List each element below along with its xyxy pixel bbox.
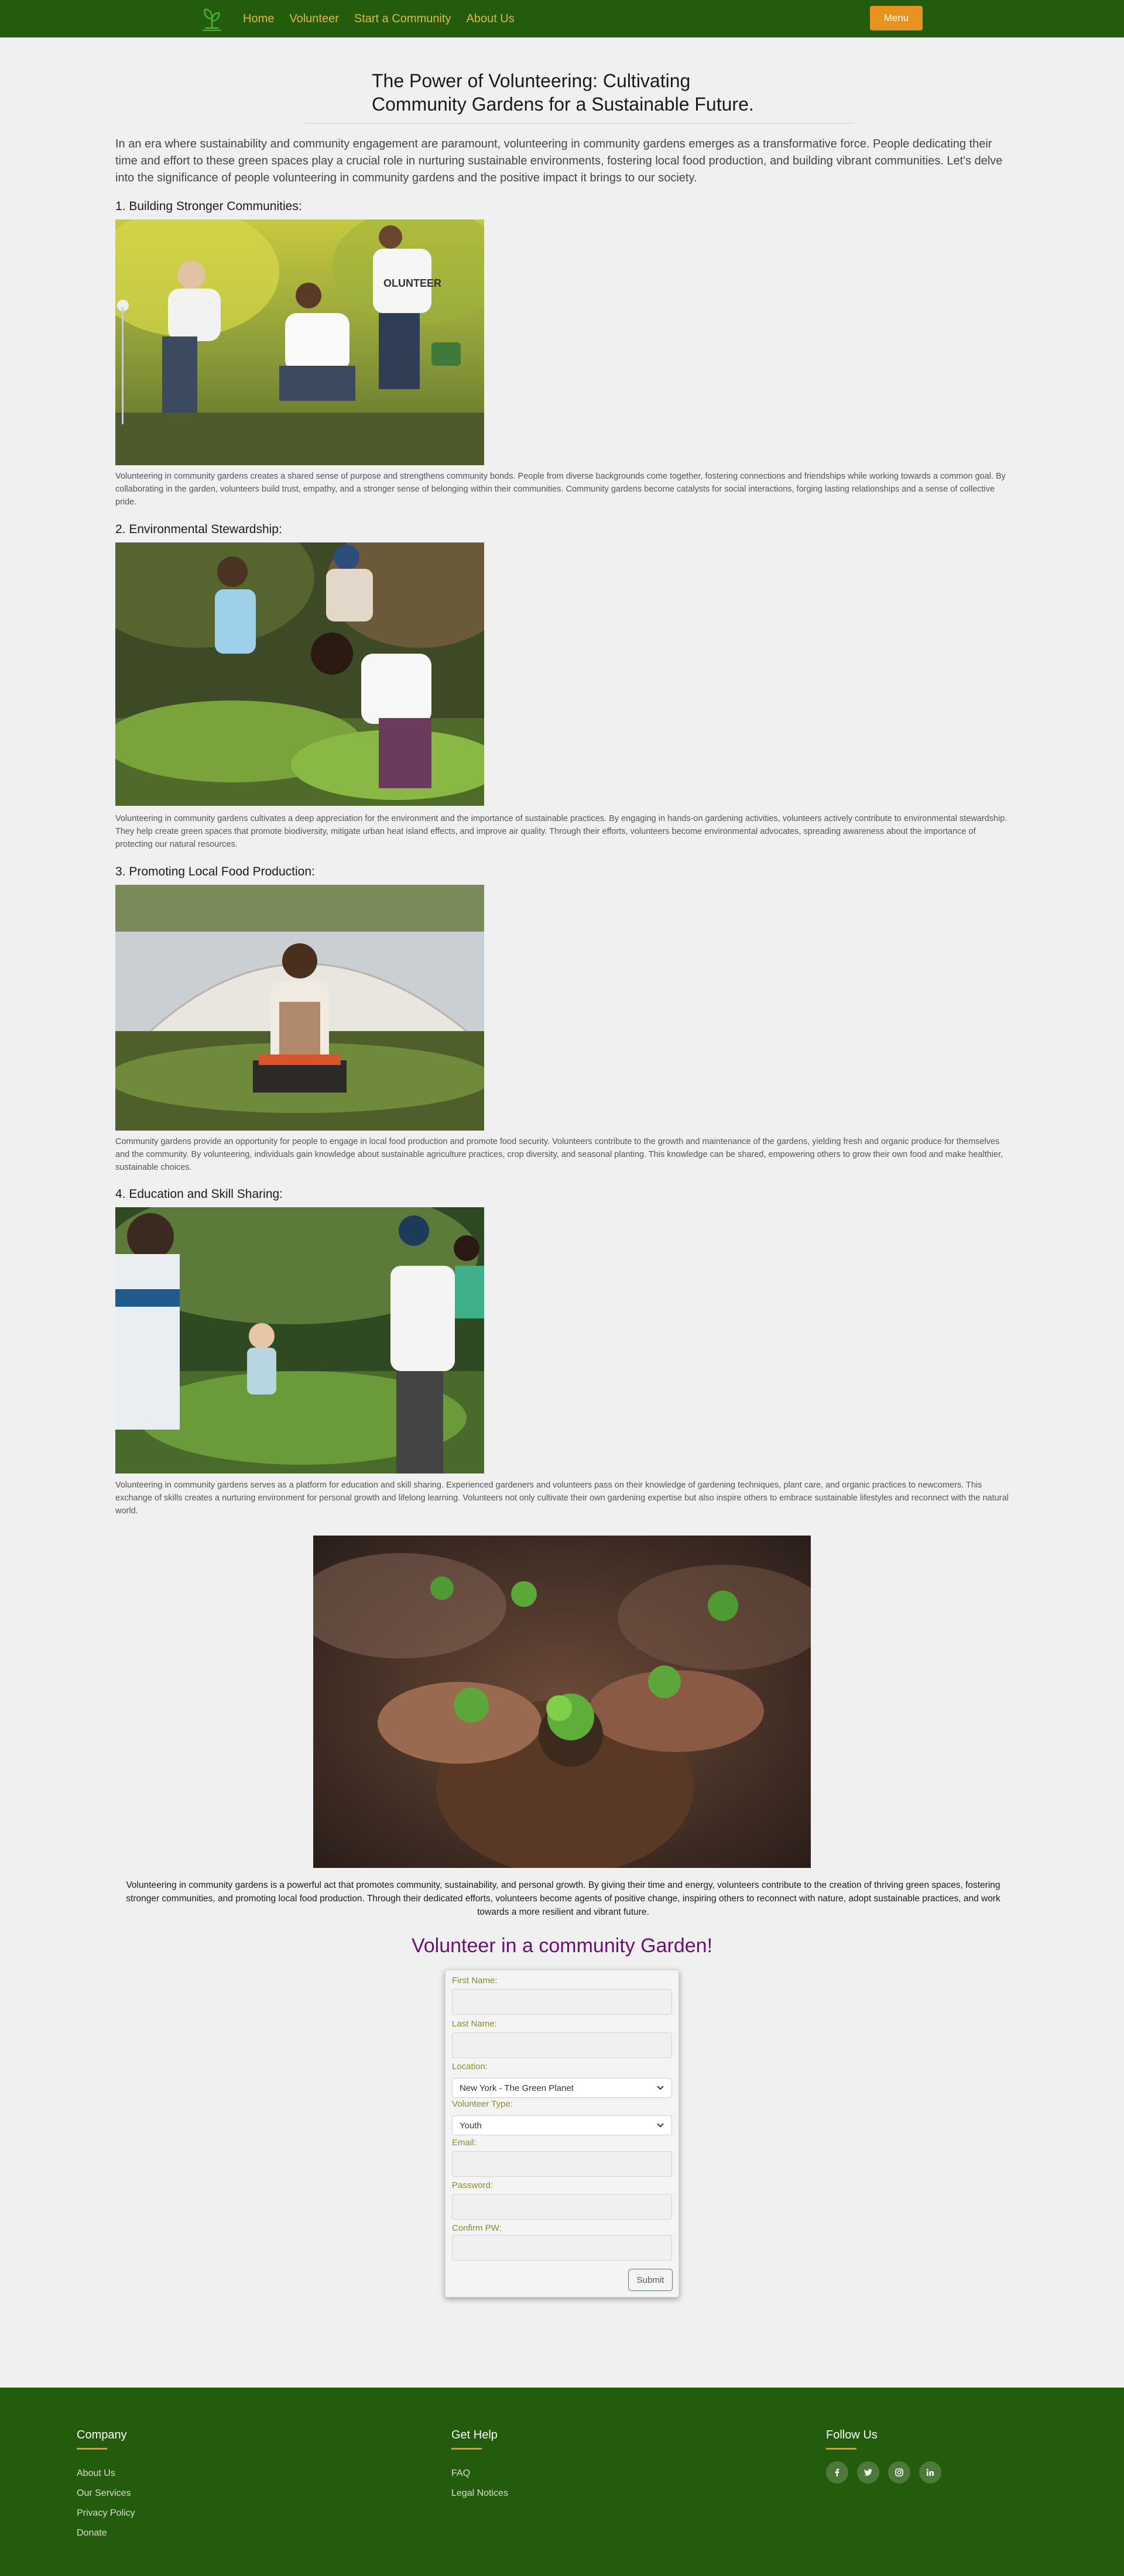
kids-learning-garden-image: [115, 1207, 484, 1474]
instagram-icon[interactable]: [888, 2461, 910, 2484]
social-links: [826, 2461, 941, 2484]
article-intro: In an era where sustainability and commu…: [115, 138, 1003, 184]
last-name-input[interactable]: [452, 2032, 672, 2058]
section-4-heading: 4. Education and Skill Sharing:: [115, 1187, 283, 1201]
first-name-input[interactable]: [452, 1989, 672, 2015]
section-1-text: Volunteering in community gardens create…: [115, 472, 1006, 507]
location-label: Location:: [452, 2062, 488, 2072]
volunteer-form-title: Volunteer in a community Garden!: [411, 1935, 713, 1957]
twitter-icon[interactable]: [857, 2461, 879, 2484]
chevron-down-icon: [656, 2083, 664, 2093]
footer-our-services-link[interactable]: Our Services: [77, 2484, 135, 2503]
volunteer-type-select[interactable]: Youth: [452, 2115, 672, 2135]
section-2-heading: 2. Environmental Stewardship:: [115, 523, 282, 536]
footer-donate-link[interactable]: Donate: [77, 2523, 135, 2543]
section-1-heading: 1. Building Stronger Communities:: [115, 200, 302, 213]
linkedin-icon[interactable]: [919, 2461, 941, 2484]
footer-about-us-link[interactable]: About Us: [77, 2464, 135, 2484]
logo-sprout-icon[interactable]: [198, 5, 226, 33]
footer-heading-underline: [451, 2448, 482, 2450]
section-2-text: Volunteering in community gardens cultiv…: [115, 814, 1008, 849]
confirm-password-label: Confirm PW:: [452, 2223, 502, 2233]
shirt-print-text: OLUNTEER: [383, 277, 441, 289]
location-select[interactable]: New York - The Green Planet: [452, 2078, 672, 2098]
volunteer-form: First Name: Last Name: Location: New Yor…: [445, 1970, 679, 2297]
email-input[interactable]: [452, 2151, 672, 2177]
submit-button[interactable]: Submit: [628, 2269, 673, 2291]
footer-heading-underline: [826, 2448, 856, 2450]
volunteers-planting-image: OLUNTEER: [115, 219, 484, 465]
main-nav: Home Volunteer Start a Community About U…: [243, 0, 515, 37]
article-title: The Power of Volunteering: Cultivating C…: [372, 70, 754, 115]
nav-about-us-link[interactable]: About Us: [466, 12, 514, 26]
section-4-text: Volunteering in community gardens serves…: [115, 1481, 1009, 1516]
footer-privacy-policy-link[interactable]: Privacy Policy: [77, 2503, 135, 2523]
chevron-down-icon: [656, 2121, 664, 2131]
password-label: Password:: [452, 2180, 494, 2190]
footer-legal-notices-link[interactable]: Legal Notices: [451, 2484, 508, 2503]
facebook-icon[interactable]: [826, 2461, 848, 2484]
footer: Company About Us Our Services Privacy Po…: [0, 2388, 1124, 2576]
footer-company-heading: Company: [77, 2429, 127, 2441]
footer-follow-column: Follow Us: [826, 2429, 941, 2484]
email-label: Email:: [452, 2138, 477, 2148]
nav-start-community-link[interactable]: Start a Community: [354, 12, 451, 26]
volunteer-type-label: Volunteer Type:: [452, 2099, 513, 2109]
footer-help-column: Get Help FAQ Legal Notices: [451, 2429, 508, 2503]
volunteer-type-selected-value: Youth: [460, 2120, 482, 2131]
nav-home-link[interactable]: Home: [243, 12, 274, 26]
children-gardening-image: [115, 542, 484, 806]
footer-faq-link[interactable]: FAQ: [451, 2464, 508, 2484]
section-3-heading: 3. Promoting Local Food Production:: [115, 865, 315, 878]
confirm-password-input[interactable]: [452, 2235, 672, 2261]
footer-heading-underline: [77, 2448, 107, 2450]
article-conclusion: Volunteering in community gardens is a p…: [126, 1880, 1000, 1917]
last-name-label: Last Name:: [452, 2019, 497, 2029]
nav-volunteer-link[interactable]: Volunteer: [289, 12, 339, 26]
navbar: Home Volunteer Start a Community About U…: [0, 0, 1124, 37]
section-3-text: Community gardens provide an opportunity…: [115, 1137, 1003, 1172]
location-selected-value: New York - The Green Planet: [460, 2083, 574, 2093]
footer-help-heading: Get Help: [451, 2429, 498, 2441]
hands-holding-seedlings-image: [313, 1536, 811, 1868]
greenhouse-farmer-image: [115, 885, 484, 1131]
footer-company-column: Company About Us Our Services Privacy Po…: [77, 2429, 135, 2543]
menu-button[interactable]: Menu: [870, 6, 923, 30]
first-name-label: First Name:: [452, 1976, 498, 1986]
password-input[interactable]: [452, 2194, 672, 2220]
footer-follow-heading: Follow Us: [826, 2429, 878, 2441]
